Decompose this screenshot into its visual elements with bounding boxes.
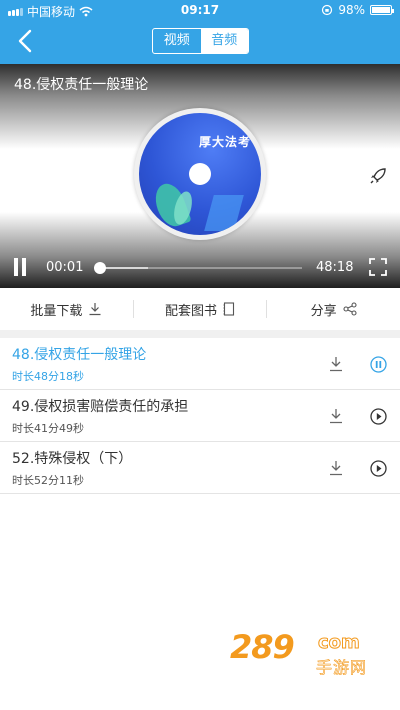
orientation-lock-icon bbox=[322, 4, 333, 16]
disc-logo: 厚大法考 bbox=[199, 135, 252, 149]
fullscreen-icon[interactable] bbox=[369, 258, 387, 276]
watermark-domain: com bbox=[318, 632, 361, 654]
share-label: 分享 bbox=[310, 303, 337, 319]
battery-percent: 98% bbox=[338, 3, 365, 17]
batch-download-label: 批量下载 bbox=[30, 303, 83, 319]
pause-icon[interactable] bbox=[370, 356, 387, 373]
tab-audio[interactable]: 音频 bbox=[200, 29, 248, 53]
episode-title: 52.特殊侵权（下） bbox=[12, 451, 133, 467]
duration: 48:18 bbox=[316, 260, 354, 275]
download-icon bbox=[89, 303, 101, 316]
episode-title: 48.侵权责任一般理论 bbox=[12, 347, 147, 363]
episode-list: 48.侵权责任一般理论 时长48分18秒 49.侵权损害赔偿责任的承担 时长41… bbox=[0, 338, 400, 494]
progress-track[interactable] bbox=[100, 267, 302, 269]
current-time: 00:01 bbox=[46, 260, 84, 275]
books-label: 配套图书 bbox=[165, 303, 218, 319]
media-type-switch: 视频 音频 bbox=[152, 28, 249, 54]
action-bar: 批量下载 配套图书 分享 bbox=[0, 288, 400, 330]
audio-player: 48.侵权责任一般理论 厚大法考 00:01 48:18 bbox=[0, 64, 400, 288]
download-icon[interactable] bbox=[327, 459, 345, 477]
watermark-number: 289 bbox=[230, 628, 295, 666]
download-icon[interactable] bbox=[327, 355, 345, 373]
pause-button[interactable] bbox=[12, 258, 28, 276]
download-icon[interactable] bbox=[327, 407, 345, 425]
share-button[interactable]: 分享 bbox=[267, 300, 400, 319]
list-item[interactable]: 49.侵权损害赔偿责任的承担 时长41分49秒 bbox=[0, 390, 400, 442]
progress-knob[interactable] bbox=[94, 262, 107, 274]
play-icon[interactable] bbox=[370, 460, 387, 477]
buffer-bar bbox=[100, 267, 149, 269]
book-icon bbox=[223, 302, 235, 316]
watermark-site: 手游网 bbox=[316, 658, 368, 678]
list-item[interactable]: 48.侵权责任一般理论 时长48分18秒 bbox=[0, 338, 400, 390]
section-gap bbox=[0, 330, 400, 338]
episode-duration: 时长48分18秒 bbox=[12, 370, 84, 383]
tab-video[interactable]: 视频 bbox=[153, 29, 201, 53]
site-watermark: 289 com 手游网 bbox=[230, 628, 390, 678]
batch-download-button[interactable]: 批量下载 bbox=[0, 300, 133, 319]
rocket-icon[interactable] bbox=[368, 166, 388, 186]
status-bar: 中国移动 09:17 98% bbox=[0, 0, 400, 20]
episode-duration: 时长41分49秒 bbox=[12, 422, 84, 435]
album-disc: 厚大法考 bbox=[134, 108, 266, 240]
album-art: 厚大法考 bbox=[139, 113, 261, 235]
list-item[interactable]: 52.特殊侵权（下） 时长52分11秒 bbox=[0, 442, 400, 494]
status-right: 98% bbox=[321, 3, 394, 17]
top-bar: 中国移动 09:17 98% 视频 音频 bbox=[0, 0, 400, 64]
player-title: 48.侵权责任一般理论 bbox=[14, 77, 149, 93]
battery-icon bbox=[370, 5, 394, 15]
back-arrow-icon[interactable] bbox=[14, 28, 38, 54]
building-decoration bbox=[204, 195, 244, 231]
disc-center bbox=[189, 163, 211, 185]
play-icon[interactable] bbox=[370, 408, 387, 425]
player-controls: 00:01 48:18 bbox=[0, 256, 400, 280]
episode-duration: 时长52分11秒 bbox=[12, 474, 84, 487]
episode-title: 49.侵权损害赔偿责任的承担 bbox=[12, 399, 189, 415]
books-button[interactable]: 配套图书 bbox=[134, 300, 267, 319]
share-icon bbox=[343, 302, 357, 316]
